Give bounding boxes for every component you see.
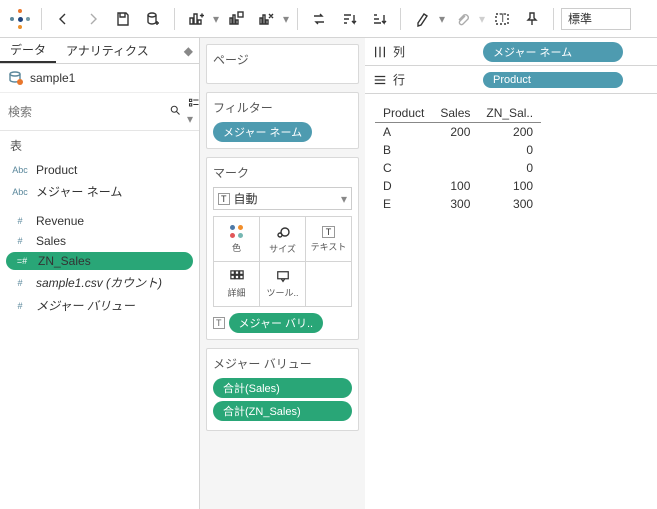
save-button[interactable] bbox=[109, 5, 137, 33]
marks-color[interactable]: 色 bbox=[214, 217, 259, 261]
marks-text[interactable]: Tテキスト bbox=[306, 217, 351, 261]
search-input[interactable] bbox=[8, 105, 163, 119]
table-row[interactable]: E300300 bbox=[375, 195, 541, 213]
pages-card[interactable]: ページ bbox=[206, 44, 359, 84]
col-sales[interactable]: Sales bbox=[432, 104, 478, 123]
new-datasource-button[interactable] bbox=[139, 5, 167, 33]
col-product[interactable]: Product bbox=[375, 104, 432, 123]
marks-measure-values-pill[interactable]: メジャー バリ.. bbox=[229, 313, 324, 333]
dropdown-arrow-icon[interactable]: ▾ bbox=[212, 12, 220, 26]
marks-tooltip[interactable]: ツール.. bbox=[260, 262, 305, 306]
datasource-icon bbox=[8, 70, 24, 86]
marks-size[interactable]: サイズ bbox=[260, 217, 305, 261]
fit-selector[interactable]: 標準 bbox=[561, 8, 631, 30]
agg-sales-pill[interactable]: 合計(Sales) bbox=[213, 378, 352, 398]
fit-label: 標準 bbox=[568, 10, 592, 27]
search-icon[interactable] bbox=[169, 104, 181, 119]
svg-text:T: T bbox=[499, 11, 507, 25]
attach-button[interactable] bbox=[448, 5, 476, 33]
field-zn-sales[interactable]: =#ZN_Sales bbox=[6, 252, 193, 270]
viz-area: Product Sales ZN_Sal.. A200200B0C0D10010… bbox=[365, 94, 657, 223]
rows-icon bbox=[373, 73, 387, 87]
sort-desc-button[interactable] bbox=[365, 5, 393, 33]
filter-pill[interactable]: メジャー ネーム bbox=[213, 122, 312, 142]
field-revenue[interactable]: #Revenue bbox=[0, 211, 199, 231]
duplicate-sheet-button[interactable] bbox=[222, 5, 250, 33]
sort-asc-button[interactable] bbox=[335, 5, 363, 33]
marks-detail[interactable]: 詳細 bbox=[214, 262, 259, 306]
agg-zn-pill[interactable]: 合計(ZN_Sales) bbox=[213, 401, 352, 421]
data-table: Product Sales ZN_Sal.. A200200B0C0D10010… bbox=[375, 104, 541, 213]
view-options-icon[interactable]: ▾ bbox=[187, 97, 201, 126]
text-mark-icon: T bbox=[213, 317, 225, 329]
field-measure-names[interactable]: Abcメジャー ネーム bbox=[0, 180, 199, 203]
field-count[interactable]: #sample1.csv (カウント) bbox=[0, 271, 199, 294]
rows-pill[interactable]: Product bbox=[483, 72, 623, 88]
dropdown-arrow-icon[interactable]: ▾ bbox=[438, 12, 446, 26]
datasource-name: sample1 bbox=[30, 71, 75, 85]
field-measure-values[interactable]: #メジャー バリュー bbox=[0, 294, 199, 317]
columns-icon bbox=[373, 45, 387, 59]
clear-sheet-button[interactable] bbox=[252, 5, 280, 33]
measure-values-card: メジャー バリュー 合計(Sales) 合計(ZN_Sales) bbox=[206, 348, 359, 431]
dropdown-arrow-icon[interactable]: ▾ bbox=[478, 12, 486, 26]
filters-card[interactable]: フィルター メジャー ネーム bbox=[206, 92, 359, 149]
forward-button[interactable] bbox=[79, 5, 107, 33]
columns-shelf[interactable]: 列 メジャー ネーム bbox=[365, 38, 657, 66]
rows-shelf[interactable]: 行 Product bbox=[365, 66, 657, 94]
table-row[interactable]: A200200 bbox=[375, 123, 541, 142]
columns-pill[interactable]: メジャー ネーム bbox=[483, 42, 623, 62]
table-row[interactable]: B0 bbox=[375, 141, 541, 159]
pin-button[interactable] bbox=[518, 5, 546, 33]
datasource-row[interactable]: sample1 bbox=[0, 64, 199, 92]
label-button[interactable]: T bbox=[488, 5, 516, 33]
tab-collapse-icon[interactable]: ◆ bbox=[178, 38, 199, 63]
data-pane: データ アナリティクス ◆ sample1 ▾ 表 AbcProduct Abc… bbox=[0, 38, 200, 509]
highlight-button[interactable] bbox=[408, 5, 436, 33]
toolbar: ▾ ▾ ▾ ▾ T 標準 bbox=[0, 0, 657, 38]
field-sales[interactable]: #Sales bbox=[0, 231, 199, 251]
swap-button[interactable] bbox=[305, 5, 333, 33]
col-zn[interactable]: ZN_Sal.. bbox=[478, 104, 541, 123]
back-button[interactable] bbox=[49, 5, 77, 33]
tab-analytics[interactable]: アナリティクス bbox=[56, 38, 159, 63]
marks-card: マーク T 自動▾ 色 サイズ Tテキスト 詳細 ツール.. T メジャー バリ… bbox=[206, 157, 359, 340]
logo-icon[interactable] bbox=[6, 5, 34, 33]
marks-type-selector[interactable]: T 自動▾ bbox=[213, 187, 352, 210]
tab-data[interactable]: データ bbox=[0, 38, 56, 63]
dropdown-arrow-icon[interactable]: ▾ bbox=[282, 12, 290, 26]
section-tables: 表 bbox=[0, 131, 199, 160]
table-row[interactable]: D100100 bbox=[375, 177, 541, 195]
table-row[interactable]: C0 bbox=[375, 159, 541, 177]
field-product[interactable]: AbcProduct bbox=[0, 160, 199, 180]
new-worksheet-button[interactable] bbox=[182, 5, 210, 33]
